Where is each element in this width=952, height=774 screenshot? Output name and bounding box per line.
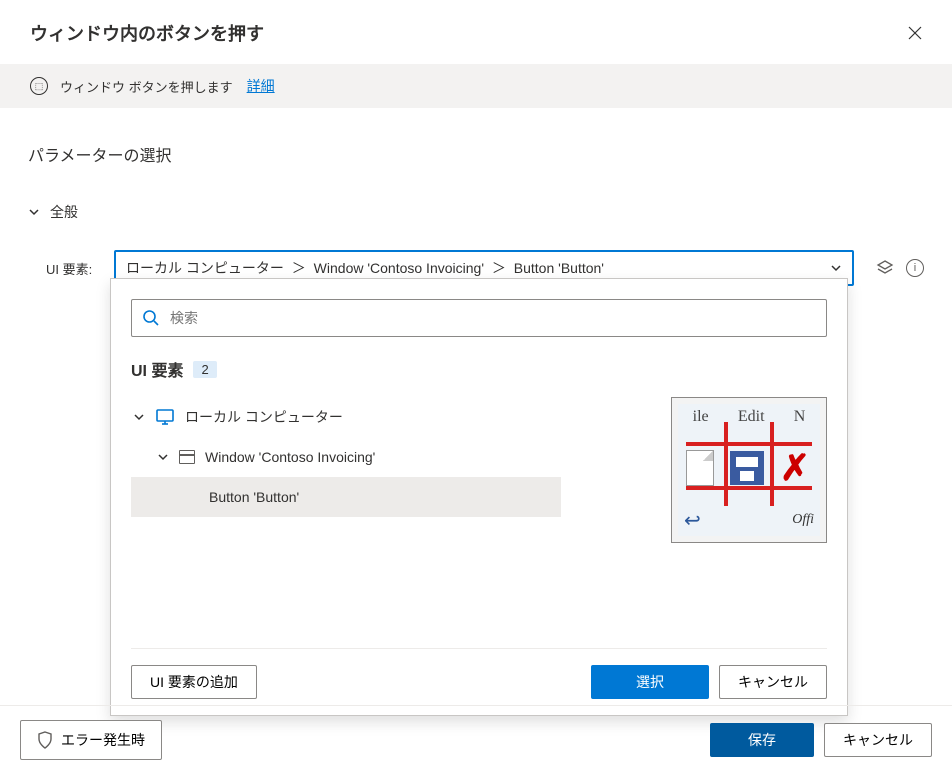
tree-root[interactable]: ローカル コンピューター bbox=[131, 397, 651, 437]
search-input[interactable] bbox=[170, 310, 816, 326]
on-error-button[interactable]: エラー発生時 bbox=[20, 720, 162, 760]
window-icon bbox=[179, 450, 195, 464]
x-icon: ✗ bbox=[780, 447, 810, 489]
chevron-down-icon bbox=[28, 206, 40, 218]
general-toggle[interactable]: 全般 bbox=[28, 202, 924, 222]
add-ui-element-button[interactable]: UI 要素の追加 bbox=[131, 665, 257, 699]
close-icon[interactable] bbox=[908, 26, 922, 40]
search-icon bbox=[142, 309, 160, 327]
element-thumbnail: ile Edit N ✗ ↩Offi bbox=[671, 397, 827, 543]
cancel-button[interactable]: キャンセル bbox=[824, 723, 932, 757]
tree-window[interactable]: Window 'Contoso Invoicing' bbox=[131, 437, 651, 477]
tree-button-selected[interactable]: Button 'Button' bbox=[131, 477, 561, 517]
ui-element-tree: ローカル コンピューター Window 'Contoso Invoicing' … bbox=[131, 397, 651, 517]
doc-icon bbox=[686, 450, 714, 486]
general-label: 全般 bbox=[50, 202, 78, 222]
section-title: パラメーターの選択 bbox=[28, 142, 924, 166]
monitor-icon bbox=[155, 408, 175, 426]
save-icon bbox=[730, 451, 764, 485]
thumb-text: Edit bbox=[738, 408, 765, 426]
info-bar: ⬚ ウィンドウ ボタンを押します 詳細 bbox=[0, 64, 952, 108]
chevron-down-icon bbox=[157, 451, 169, 463]
cancel-dropdown-button[interactable]: キャンセル bbox=[719, 665, 827, 699]
chevron-down-icon bbox=[133, 411, 145, 423]
help-icon[interactable]: i bbox=[906, 259, 924, 277]
select-button[interactable]: 選択 bbox=[591, 665, 709, 699]
breadcrumb-part: Button 'Button' bbox=[514, 260, 604, 276]
ui-elements-heading: UI 要素 bbox=[131, 357, 183, 381]
dialog-title: ウィンドウ内のボタンを押す bbox=[30, 20, 264, 46]
tree-label: Button 'Button' bbox=[209, 489, 299, 505]
ui-element-label: UI 要素: bbox=[46, 259, 104, 278]
search-input-wrap[interactable] bbox=[131, 299, 827, 337]
breadcrumb-part: ローカル コンピューター bbox=[126, 260, 284, 276]
breadcrumb-part: Window 'Contoso Invoicing' bbox=[314, 260, 484, 276]
info-details-link[interactable]: 詳細 bbox=[247, 76, 275, 96]
thumb-text: N bbox=[794, 408, 806, 426]
layers-icon[interactable] bbox=[876, 259, 894, 277]
on-error-label: エラー発生時 bbox=[61, 730, 145, 750]
ui-elements-count: 2 bbox=[193, 361, 216, 378]
save-button[interactable]: 保存 bbox=[710, 723, 814, 757]
info-text: ウィンドウ ボタンを押します bbox=[60, 77, 233, 96]
info-icon: ⬚ bbox=[30, 77, 48, 95]
thumb-text: ile bbox=[693, 408, 709, 426]
chevron-down-icon bbox=[830, 262, 842, 274]
ui-element-breadcrumb: ローカル コンピューター ＞ Window 'Contoso Invoicing… bbox=[126, 258, 604, 278]
shield-icon bbox=[37, 731, 53, 749]
tree-label: ローカル コンピューター bbox=[185, 407, 343, 427]
ui-element-dropdown: UI 要素 2 ローカル コンピューター Window 'Contoso Inv… bbox=[110, 278, 848, 716]
tree-label: Window 'Contoso Invoicing' bbox=[205, 449, 375, 465]
